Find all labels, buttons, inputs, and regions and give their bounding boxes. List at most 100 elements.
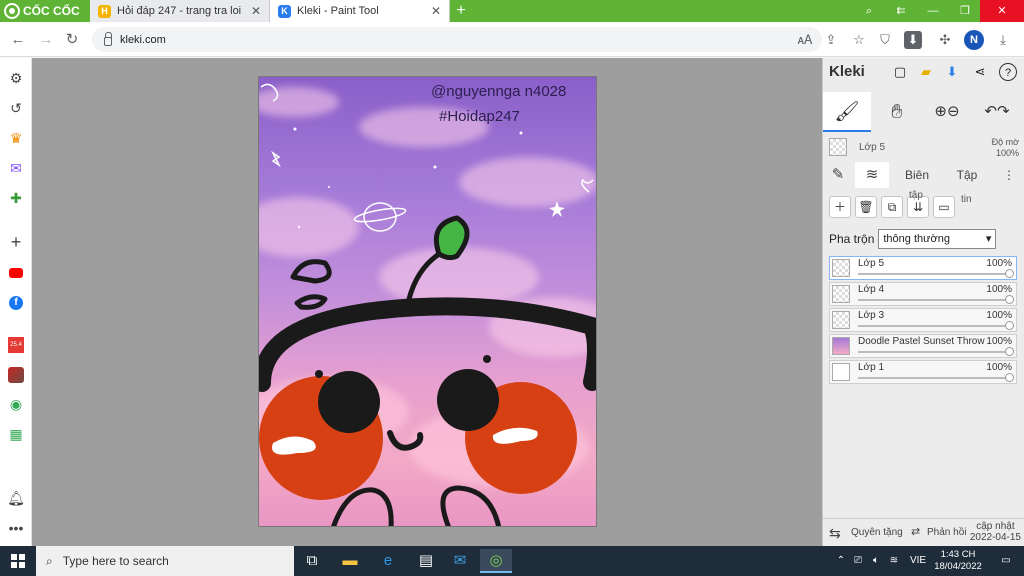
bookmark-star-icon[interactable]: ☆: [850, 31, 868, 49]
notification-icon[interactable]: ▭: [996, 546, 1016, 576]
shield-icon[interactable]: ⛉: [876, 31, 894, 49]
maximize-button[interactable]: ❐: [950, 0, 980, 22]
file-explorer-icon[interactable]: ▬: [334, 549, 366, 573]
brush-tool[interactable]: 🖌︎: [823, 92, 871, 132]
sheet-icon[interactable]: ▦: [6, 424, 26, 444]
hand-tool[interactable]: ✋︎: [873, 92, 921, 132]
crown-icon[interactable]: ♛: [6, 128, 26, 148]
tray-chevron-icon[interactable]: ⌃: [834, 546, 848, 576]
plus-icon[interactable]: +: [6, 232, 26, 252]
swap-icon[interactable]: ⇆: [829, 525, 841, 542]
opacity-slider-handle[interactable]: [1005, 373, 1014, 382]
more-options-icon[interactable]: ⋮: [999, 162, 1019, 188]
opacity-slider-handle[interactable]: [1005, 295, 1014, 304]
minimize-button[interactable]: —: [918, 0, 948, 22]
blend-mode-select[interactable]: thông thường: [878, 229, 997, 249]
layer-item[interactable]: Lớp 3 100%: [829, 308, 1017, 332]
mail-icon[interactable]: ✉: [444, 549, 476, 573]
reload-button[interactable]: ↻: [62, 30, 82, 50]
facebook-icon[interactable]: f: [6, 292, 26, 312]
opacity-slider-handle[interactable]: [1005, 321, 1014, 330]
taskbar-search[interactable]: ⌕ Type here to search: [36, 546, 294, 576]
tab-edit[interactable]: Biên: [895, 162, 939, 188]
translate-icon[interactable]: 🗚: [796, 31, 814, 49]
bell-icon[interactable]: 🔔︎: [6, 488, 26, 508]
more-icon[interactable]: •••: [6, 518, 26, 538]
opacity-slider-track[interactable]: [858, 351, 1008, 353]
drawing-canvas[interactable]: @nguyennga n4028 #Hoidap247: [258, 76, 597, 527]
share-icon[interactable]: ⇪: [822, 31, 840, 49]
tab-list-icon[interactable]: ⇇: [886, 0, 916, 22]
kleki-header: Kleki ▢ ▰ ⬇ ⋖ ?: [823, 58, 1024, 86]
tab-kleki[interactable]: K Kleki - Paint Tool ✕: [270, 0, 450, 22]
layer-item[interactable]: Lớp 5 100%: [829, 256, 1017, 280]
rename-layer-button[interactable]: ▭: [933, 196, 955, 218]
share-icon[interactable]: ⋖: [971, 63, 989, 81]
kleki-logo[interactable]: Kleki: [829, 63, 865, 80]
opacity-slider-track[interactable]: [858, 273, 1008, 275]
extensions-icon[interactable]: ✣: [936, 31, 954, 49]
merge-label: tập: [909, 190, 923, 201]
address-bar[interactable]: kleki.com: [92, 27, 822, 52]
layer-item[interactable]: Lớp 1 100%: [829, 360, 1017, 384]
back-button[interactable]: ←: [8, 30, 28, 50]
tab-layers[interactable]: ≋: [855, 162, 889, 188]
feedback-icon[interactable]: ⇄: [911, 525, 920, 538]
messenger-icon[interactable]: ✉: [6, 158, 26, 178]
layer-item[interactable]: Doodle Pastel Sunset Throw P 100%: [829, 334, 1017, 358]
clock[interactable]: 1:43 CH 18/04/2022: [930, 549, 986, 573]
close-icon[interactable]: ✕: [251, 4, 261, 18]
task-view-icon[interactable]: ⧉: [296, 549, 328, 573]
new-image-icon[interactable]: ▢: [891, 63, 909, 81]
canvas-workspace[interactable]: @nguyennga n4028 #Hoidap247: [32, 58, 822, 546]
close-window-button[interactable]: ✕: [980, 0, 1024, 22]
history-icon[interactable]: ↺: [6, 98, 26, 118]
duplicate-layer-button[interactable]: ⧉: [881, 196, 903, 218]
current-layer-thumbnail: [829, 138, 847, 156]
store-icon[interactable]: ▤: [410, 549, 442, 573]
game-icon[interactable]: [6, 364, 26, 384]
coccoc-logo[interactable]: CỐC CỐC: [4, 2, 80, 20]
network-icon[interactable]: ⎚: [850, 546, 866, 576]
close-icon[interactable]: ✕: [431, 4, 441, 18]
download-icon[interactable]: ⬇: [904, 31, 922, 49]
opacity-slider-track[interactable]: [858, 325, 1008, 327]
add-layer-button[interactable]: ＋: [829, 196, 851, 218]
zoom-icon[interactable]: ⊕⊖: [923, 92, 971, 132]
calendar-icon[interactable]: 25.4: [6, 334, 26, 354]
maps-icon[interactable]: ◉: [6, 394, 26, 414]
wifi-icon[interactable]: ≋: [886, 546, 902, 576]
opacity-slider-handle[interactable]: [1005, 269, 1014, 278]
game-controller-icon[interactable]: ✚: [6, 188, 26, 208]
profile-avatar[interactable]: N: [964, 30, 984, 50]
save-download-icon[interactable]: ⬇: [943, 63, 961, 81]
open-folder-icon[interactable]: ▰: [917, 63, 935, 81]
start-button[interactable]: [0, 546, 36, 576]
edge-icon[interactable]: e: [372, 549, 404, 573]
undo-redo-icon[interactable]: ↶↷: [973, 92, 1021, 132]
layer-name: Lớp 1: [858, 362, 885, 373]
feedback-link[interactable]: Phản hồi: [927, 527, 966, 538]
language-indicator[interactable]: VIE: [906, 546, 930, 576]
opacity-slider-track[interactable]: [858, 299, 1008, 301]
volume-icon[interactable]: 🔈︎: [868, 546, 884, 576]
current-layer-bar[interactable]: Lớp 5 Độ mờ 100%: [823, 134, 1024, 162]
donate-link[interactable]: Quyên tặng: [851, 527, 903, 538]
forward-button[interactable]: →: [36, 30, 56, 50]
opacity-slider-track[interactable]: [858, 377, 1008, 379]
help-icon[interactable]: ?: [999, 63, 1017, 81]
youtube-icon[interactable]: [6, 262, 26, 282]
layer-item[interactable]: Lớp 4 100%: [829, 282, 1017, 306]
update-info[interactable]: cập nhật 2022-04-15: [970, 521, 1021, 543]
tab-brush[interactable]: ✎: [823, 162, 853, 188]
new-tab-button[interactable]: +: [452, 1, 470, 21]
settings-icon[interactable]: ⚙: [6, 68, 26, 88]
downloads-icon[interactable]: ⤓: [994, 31, 1012, 49]
search-tabs-icon[interactable]: ⌕: [854, 0, 884, 22]
tab-file[interactable]: Tập: [945, 162, 989, 188]
lock-icon: [104, 31, 112, 46]
opacity-slider-handle[interactable]: [1005, 347, 1014, 356]
delete-layer-button[interactable]: 🗑︎: [855, 196, 877, 218]
coccoc-taskbar-icon[interactable]: ◎: [480, 549, 512, 573]
tab-hoidap[interactable]: H Hỏi đáp 247 - trang tra loi ✕: [90, 0, 270, 22]
